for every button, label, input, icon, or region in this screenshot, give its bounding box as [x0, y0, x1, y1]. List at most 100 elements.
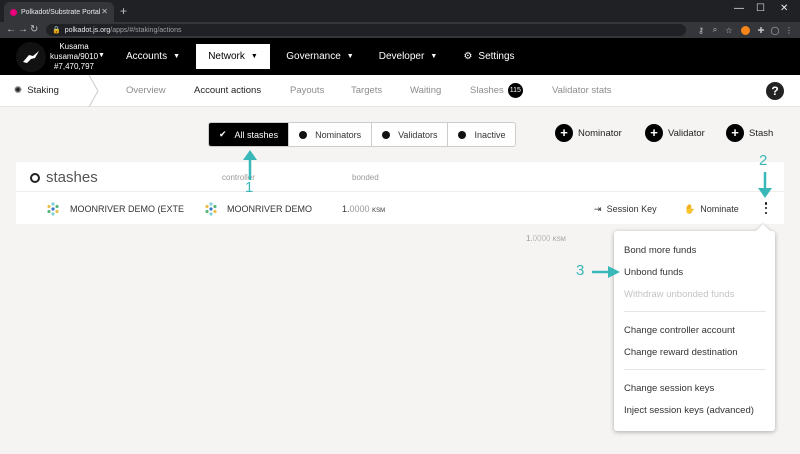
menu-unbond-funds[interactable]: Unbond funds [624, 267, 683, 278]
more-options-icon[interactable] [763, 202, 769, 214]
table-row: MOONRIVER DEMO (EXTEN MOONRIVER DEMO 1.0… [16, 193, 784, 224]
identicon-icon[interactable] [46, 202, 60, 216]
profile-icon[interactable]: ◯ [770, 25, 780, 35]
add-validator-label: Validator [668, 127, 705, 139]
url-input[interactable]: 🔒 polkadot.js.org/apps/#/staking/actions [46, 24, 686, 36]
circle-icon [299, 130, 308, 139]
key-icon[interactable]: ⚷ [696, 25, 706, 35]
menu-change-controller-account[interactable]: Change controller account [624, 325, 735, 336]
session-key-button[interactable]: ⇥ Session Key [594, 204, 657, 215]
chain-selector[interactable]: Kusama kusama/9010 #7,470,797 [50, 42, 98, 72]
sign-in-icon: ⇥ [594, 204, 602, 214]
menu-settings[interactable]: ⚙ Settings [456, 44, 522, 69]
menu-governance[interactable]: Governance ▼ [278, 44, 362, 69]
back-icon[interactable]: ← [6, 24, 16, 35]
chevron-down-icon: ▼ [173, 53, 181, 60]
tab-payouts[interactable]: Payouts [290, 85, 324, 96]
staking-subnav: ✺ Staking Overview Account actions Payou… [0, 75, 800, 107]
annotation-label: 1 [245, 179, 254, 196]
new-tab-icon[interactable]: + [120, 4, 127, 18]
circle-icon [30, 172, 40, 183]
tab-account-actions[interactable]: Account actions [194, 85, 261, 96]
menu-inject-session-keys[interactable]: Inject session keys (advanced) [624, 405, 754, 416]
extension-icon[interactable] [740, 25, 750, 35]
filter-label: Validators [398, 129, 438, 140]
add-validator-button[interactable]: + Validator [645, 124, 705, 142]
reload-icon[interactable]: ↻ [30, 24, 38, 35]
column-bonded: bonded [352, 173, 379, 182]
menu-settings-label: Settings [478, 51, 515, 62]
filter-all-stashes[interactable]: ✔ All stashes [209, 123, 290, 146]
star-icon[interactable]: ☆ [724, 25, 734, 35]
table-title-label: stashes [46, 169, 98, 186]
table-title: stashes [30, 169, 98, 186]
menu-change-session-keys[interactable]: Change session keys [624, 383, 714, 394]
bonded-unit: KSM [372, 208, 386, 214]
session-key-label: Session Key [606, 204, 657, 214]
menu-divider [624, 369, 766, 370]
stash-account-name[interactable]: MOONRIVER DEMO (EXTEN [70, 204, 184, 214]
chain-node: kusama/9010 [50, 52, 99, 61]
close-tab-icon[interactable]: ✕ [101, 7, 108, 16]
tab-overview[interactable]: Overview [126, 85, 166, 96]
add-nominator-label: Nominator [578, 127, 622, 139]
tab-validator-stats[interactable]: Validator stats [552, 85, 612, 96]
tab-slashes[interactable]: Slashes 115 [470, 83, 523, 98]
close-window-icon[interactable]: ✕ [780, 3, 788, 14]
annotation-arrow-up-icon [243, 150, 257, 180]
tab-waiting[interactable]: Waiting [410, 85, 441, 96]
breadcrumb-separator [88, 75, 99, 107]
chevron-down-icon: ▼ [98, 52, 105, 59]
menu-bond-more-funds[interactable]: Bond more funds [624, 245, 696, 256]
check-icon: ✔ [219, 129, 227, 139]
browser-tab[interactable]: Polkadot/Substrate Portal ✕ [4, 2, 114, 22]
filter-validators[interactable]: Validators [372, 123, 449, 146]
lock-icon: 🔒 [52, 27, 61, 34]
filter-nominators[interactable]: Nominators [289, 123, 373, 146]
puzzle-icon[interactable]: ✚ [756, 25, 766, 35]
tab-targets[interactable]: Targets [351, 85, 382, 96]
bonded-amount: 1.0000 KSM [342, 204, 385, 214]
filter-label: All stashes [234, 129, 279, 140]
identicon-icon[interactable] [204, 202, 218, 216]
total-unit: KSM [552, 237, 566, 243]
menu-governance-label: Governance [286, 51, 341, 62]
hand-icon: ✋ [684, 204, 696, 214]
zoom-icon[interactable]: ⌕ [710, 25, 720, 35]
nominate-button[interactable]: ✋ Nominate [684, 204, 739, 215]
annotation-label: 3 [576, 262, 585, 279]
chain-name: Kusama [59, 42, 89, 51]
menu-change-reward-destination[interactable]: Change reward destination [624, 347, 738, 358]
menu-network[interactable]: Network ▼ [196, 44, 270, 69]
annotation-arrow-down-icon [758, 172, 772, 198]
menu-developer[interactable]: Developer ▼ [372, 44, 444, 69]
slashes-count-badge: 115 [507, 83, 523, 98]
bonded-int: 1. [342, 204, 350, 214]
add-stash-label: Stash [749, 127, 774, 139]
polkadot-favicon-icon [10, 8, 17, 16]
controller-account-name[interactable]: MOONRIVER DEMO [227, 204, 312, 214]
menu-network-label: Network [208, 51, 245, 62]
menu-divider [624, 311, 766, 312]
nominate-label: Nominate [700, 204, 739, 214]
block-number: #7,470,797 [53, 62, 95, 71]
menu-accounts[interactable]: Accounts ▼ [118, 44, 188, 69]
maximize-icon[interactable]: ☐ [756, 3, 765, 14]
stashes-table: stashes controller bonded MOONRIVER DEMO… [16, 162, 784, 224]
add-nominator-button[interactable]: + Nominator [555, 124, 622, 142]
tab-slashes-label: Slashes [470, 85, 504, 97]
bonded-frac: 0000 [349, 204, 370, 214]
menu-developer-label: Developer [378, 51, 425, 62]
stash-filter: ✔ All stashes Nominators Validators Inac… [208, 122, 517, 147]
minimize-icon[interactable]: — [734, 3, 744, 14]
menu-accounts-label: Accounts [125, 51, 168, 62]
browser-tabbar: Polkadot/Substrate Portal ✕ + — ☐ ✕ [0, 0, 800, 22]
chrome-menu-icon[interactable]: ⋮ [784, 25, 794, 35]
chevron-down-icon: ▼ [430, 53, 438, 60]
filter-inactive[interactable]: Inactive [448, 123, 515, 146]
forward-icon[interactable]: → [18, 24, 28, 35]
kusama-logo-icon[interactable] [16, 42, 46, 72]
help-icon[interactable]: ? [766, 82, 784, 100]
total-frac: 0000 [532, 234, 551, 243]
add-stash-button[interactable]: + Stash [726, 124, 773, 142]
